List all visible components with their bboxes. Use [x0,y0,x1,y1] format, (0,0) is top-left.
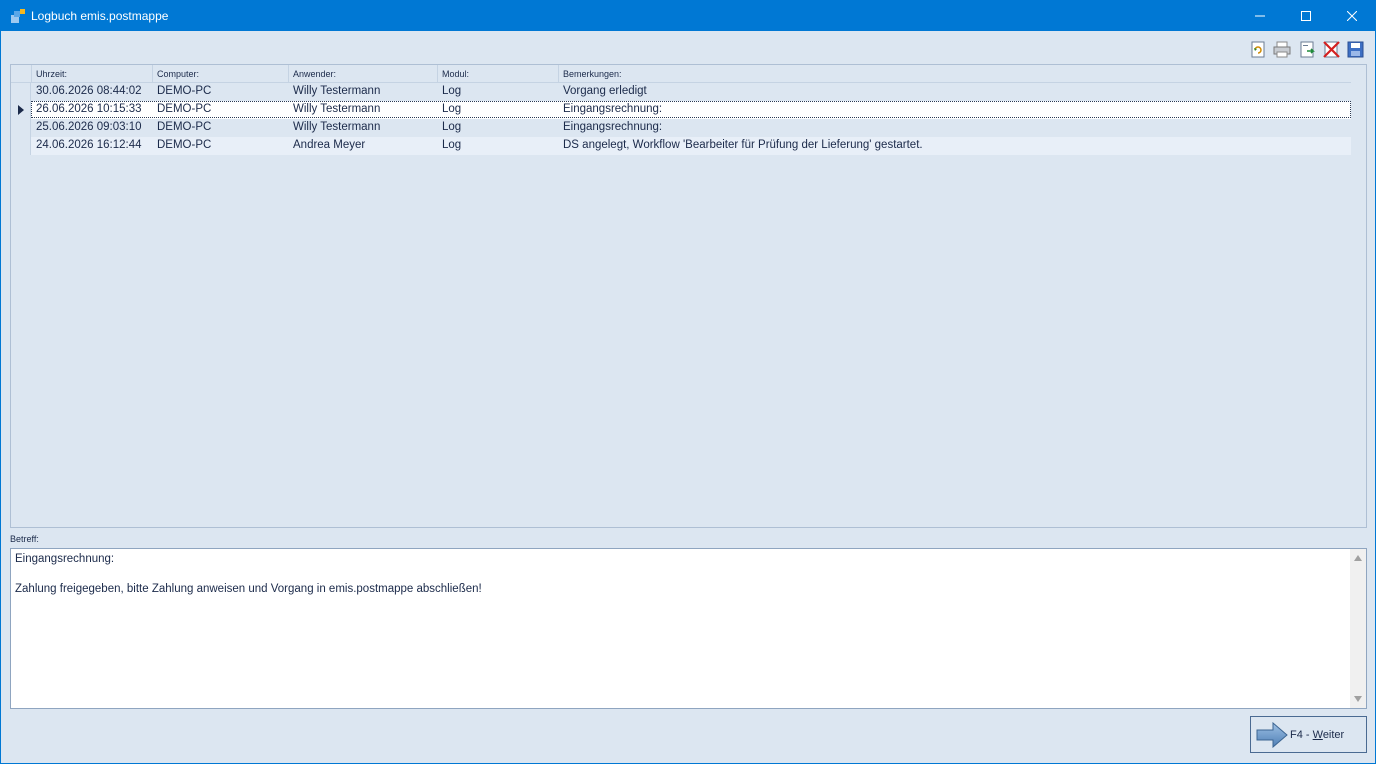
refresh-document-button[interactable] [1249,40,1267,59]
export-excel-button[interactable] [1298,40,1316,59]
cell-computer: DEMO-PC [157,121,212,133]
next-button[interactable]: F4 - Weiter [1250,716,1367,753]
cell-time: 26.06.2026 10:15:33 [36,103,142,115]
print-icon [1273,41,1291,58]
delete-button[interactable] [1322,40,1340,59]
maximize-icon [1301,11,1311,21]
close-button[interactable] [1329,1,1375,31]
grid-header: Uhrzeit: Computer: Anwender: Modul: Beme… [11,65,1351,83]
minimize-icon [1255,15,1265,17]
close-icon [1347,11,1357,21]
cell-time: 24.06.2026 16:12:44 [36,139,142,151]
betreff-label: Betreff: [10,534,39,544]
column-header-module[interactable]: Modul: [438,65,559,83]
row-indicator [11,101,31,119]
cell-time: 30.06.2026 08:44:02 [36,85,142,97]
cell-remark: Eingangsrechnung: [563,121,663,133]
betreff-text[interactable]: Eingangsrechnung: Zahlung freigegeben, b… [15,552,482,597]
column-header-user[interactable]: Anwender: [289,65,438,83]
cell-user: Willy Testermann [293,103,381,115]
column-header-computer[interactable]: Computer: [153,65,289,83]
cell-user: Willy Testermann [293,85,381,97]
window-title: Logbuch emis.postmappe [31,9,169,23]
cell-remark: Vorgang erledigt [563,85,647,97]
cell-user: Willy Testermann [293,121,381,133]
cell-module: Log [442,85,462,97]
app-logo-icon [11,9,25,23]
cell-computer: DEMO-PC [157,85,212,97]
save-icon [1347,41,1363,58]
current-row-arrow-icon [18,105,24,115]
row-indicator [11,137,31,155]
column-header-time[interactable]: Uhrzeit: [32,65,153,83]
refresh-document-icon [1251,41,1265,58]
arrow-right-icon [1256,721,1288,748]
delete-icon [1322,41,1340,58]
betreff-memo[interactable]: Eingangsrechnung: Zahlung freigegeben, b… [10,548,1367,709]
table-row[interactable]: 24.06.2026 16:12:44 DEMO-PC Andrea Meyer… [11,137,1351,155]
cell-module: Log [442,121,462,133]
logbook-window: Logbuch emis.postmappe Uhrzeit: Computer… [0,0,1376,764]
next-button-label: F4 - Weiter [1290,728,1345,741]
row-indicator-header [11,65,32,83]
minimize-button[interactable] [1237,1,1283,31]
cell-time: 25.06.2026 09:03:10 [36,121,142,133]
cell-computer: DEMO-PC [157,103,212,115]
cell-module: Log [442,139,462,151]
scroll-down-arrow-icon[interactable] [1354,696,1362,702]
print-button[interactable] [1273,40,1291,59]
log-grid[interactable]: Uhrzeit: Computer: Anwender: Modul: Beme… [10,64,1367,528]
save-button[interactable] [1346,40,1364,59]
table-row[interactable]: 25.06.2026 09:03:10 DEMO-PC Willy Tester… [11,119,1351,137]
row-indicator [11,83,31,101]
scroll-up-arrow-icon[interactable] [1354,555,1362,561]
title-bar[interactable]: Logbuch emis.postmappe [1,1,1375,31]
maximize-button[interactable] [1283,1,1329,31]
cell-module: Log [442,103,462,115]
cell-computer: DEMO-PC [157,139,212,151]
row-indicator [11,119,31,137]
table-row[interactable]: 30.06.2026 08:44:02 DEMO-PC Willy Tester… [11,83,1351,101]
memo-scrollbar[interactable] [1350,549,1366,708]
column-header-remarks[interactable]: Bemerkungen: [559,65,1351,83]
table-row-selected[interactable]: 26.06.2026 10:15:33 DEMO-PC Willy Tester… [11,101,1351,119]
export-excel-icon [1300,41,1315,58]
cell-remark: DS angelegt, Workflow 'Bearbeiter für Pr… [563,139,923,151]
cell-user: Andrea Meyer [293,139,366,151]
cell-remark: Eingangsrechnung: [563,103,663,115]
